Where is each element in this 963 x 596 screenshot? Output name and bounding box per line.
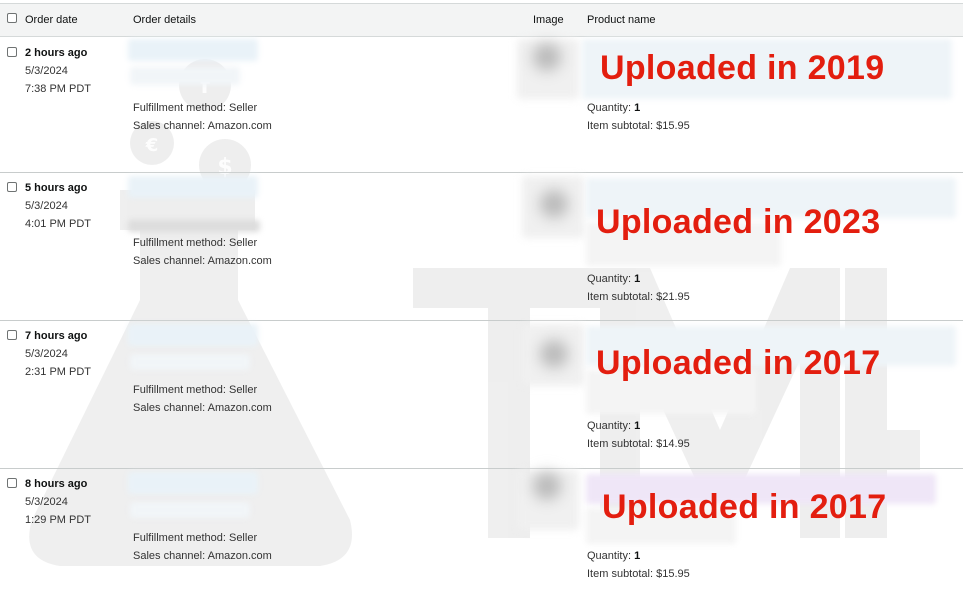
order-date: 5/3/2024 [25, 65, 68, 77]
item-quantity: Quantity: 1 [587, 273, 641, 285]
fulfillment-method: Fulfillment method: Seller [133, 102, 258, 114]
table-row: 2 hours ago 5/3/2024 7:38 PM PDT Fulfill… [0, 37, 963, 173]
row-select-checkbox[interactable] [7, 478, 17, 488]
sales-channel: Sales channel: Amazon.com [133, 402, 272, 414]
fulfillment-method: Fulfillment method: Seller [133, 237, 258, 249]
row-select-checkbox[interactable] [7, 330, 17, 340]
order-date: 5/3/2024 [25, 348, 68, 360]
order-time: 1:29 PM PDT [25, 514, 92, 526]
order-age: 7 hours ago [25, 330, 88, 342]
item-subtotal: Item subtotal: $14.95 [587, 438, 690, 450]
item-subtotal: Item subtotal: $15.95 [587, 568, 690, 580]
order-id-link-redacted[interactable] [128, 472, 258, 494]
item-subtotal: Item subtotal: $15.95 [587, 120, 690, 132]
sales-channel: Sales channel: Amazon.com [133, 550, 272, 562]
product-image-redacted[interactable] [517, 470, 579, 530]
order-id-link-redacted[interactable] [128, 39, 258, 61]
fulfillment-method: Fulfillment method: Seller [133, 384, 258, 396]
item-quantity: Quantity: 1 [587, 102, 641, 114]
order-id-link-redacted[interactable] [128, 176, 258, 198]
buyer-name-redacted [128, 220, 260, 232]
header-order-details: Order details [133, 14, 196, 26]
header-image: Image [533, 14, 564, 26]
product-image-redacted[interactable] [522, 176, 584, 238]
upload-year-overlay: Uploaded in 2017 [596, 344, 881, 382]
order-age: 5 hours ago [25, 182, 88, 194]
table-row: 7 hours ago 5/3/2024 2:31 PM PDT Fulfill… [0, 320, 963, 469]
row-select-checkbox[interactable] [7, 47, 17, 57]
sales-channel: Sales channel: Amazon.com [133, 120, 272, 132]
order-time: 4:01 PM PDT [25, 218, 92, 230]
order-age: 8 hours ago [25, 478, 88, 490]
header-product-name: Product name [587, 14, 656, 26]
order-id-link-redacted[interactable] [128, 324, 258, 346]
sales-channel: Sales channel: Amazon.com [133, 255, 272, 267]
table-row: 8 hours ago 5/3/2024 1:29 PM PDT Fulfill… [0, 468, 963, 596]
product-image-redacted[interactable] [517, 39, 579, 99]
order-time: 7:38 PM PDT [25, 83, 92, 95]
row-select-checkbox[interactable] [7, 182, 17, 192]
order-date: 5/3/2024 [25, 496, 68, 508]
upload-year-overlay: Uploaded in 2017 [602, 488, 887, 526]
buyer-name-redacted [130, 502, 250, 518]
select-all-checkbox[interactable] [7, 13, 17, 23]
order-date: 5/3/2024 [25, 200, 68, 212]
fulfillment-method: Fulfillment method: Seller [133, 532, 258, 544]
product-image-redacted[interactable] [522, 324, 584, 386]
buyer-name-redacted [130, 354, 250, 370]
table-header: Order date Order details Image Product n… [0, 3, 963, 37]
order-age: 2 hours ago [25, 47, 88, 59]
upload-year-overlay: Uploaded in 2023 [596, 203, 881, 241]
item-quantity: Quantity: 1 [587, 550, 641, 562]
upload-year-overlay: Uploaded in 2019 [600, 49, 885, 87]
item-subtotal: Item subtotal: $21.95 [587, 291, 690, 303]
header-order-date[interactable]: Order date [25, 14, 78, 26]
item-quantity: Quantity: 1 [587, 420, 641, 432]
buyer-name-redacted [130, 67, 240, 85]
table-row: 5 hours ago 5/3/2024 4:01 PM PDT Fulfill… [0, 172, 963, 321]
order-time: 2:31 PM PDT [25, 366, 92, 378]
